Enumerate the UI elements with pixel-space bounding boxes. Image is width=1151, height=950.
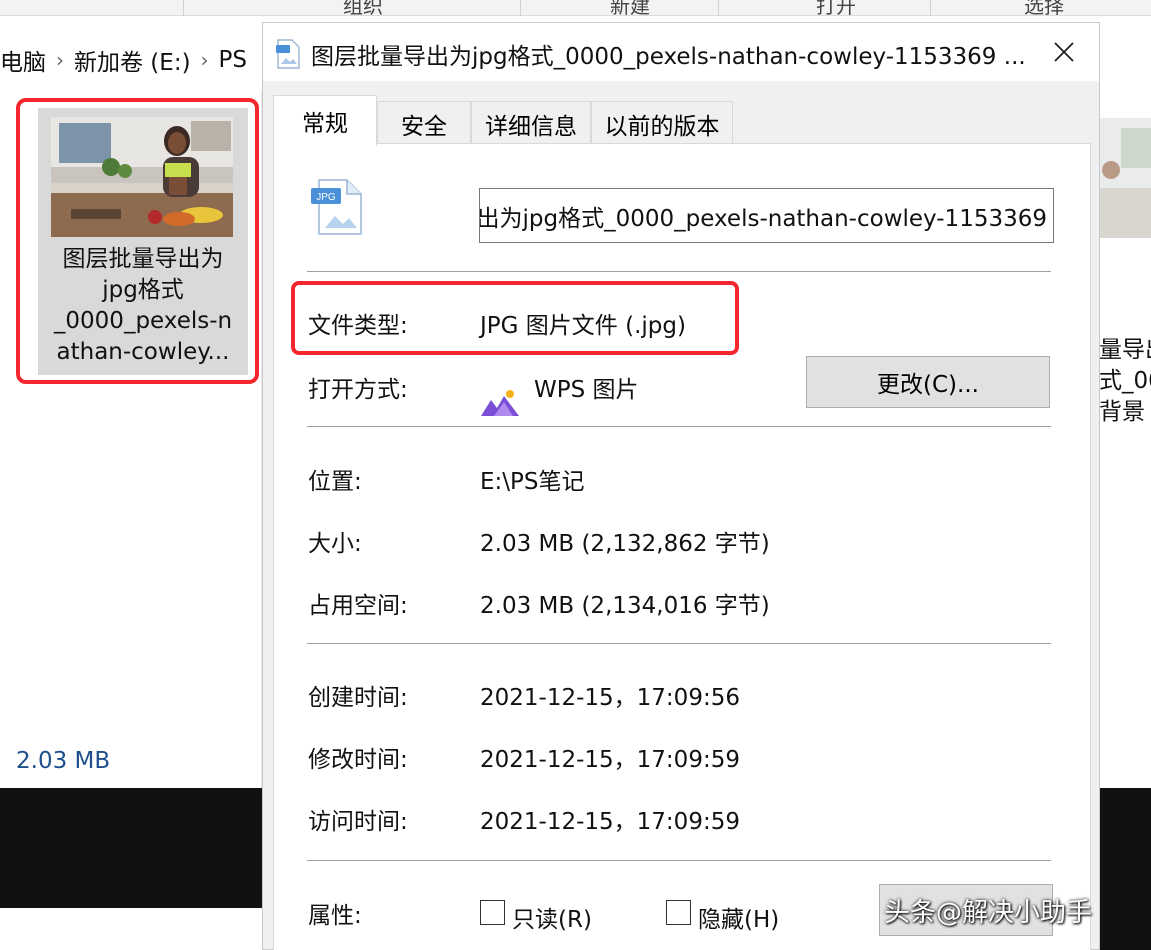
location-label: 位置: bbox=[308, 469, 362, 495]
hidden-label[interactable]: 隐藏(H) bbox=[698, 900, 779, 934]
ribbon-new[interactable]: 新建 bbox=[610, 0, 650, 19]
readonly-label[interactable]: 只读(R) bbox=[512, 900, 592, 934]
chevron-right-icon: › bbox=[56, 48, 64, 72]
ribbon-select[interactable]: 选择 bbox=[1024, 0, 1064, 19]
modified-value: 2021-12-15，17:09:59 bbox=[480, 747, 740, 773]
dialog-titlebar[interactable]: 图层批量导出为jpg格式_0000_pexels-nathan-cowley-1… bbox=[263, 23, 1099, 81]
size-label: 大小: bbox=[308, 531, 362, 557]
change-button[interactable]: 更改(C)... bbox=[806, 356, 1050, 408]
next-file-thumbnail[interactable] bbox=[1099, 118, 1151, 238]
properties-dialog: 图层批量导出为jpg格式_0000_pexels-nathan-cowley-1… bbox=[262, 22, 1100, 950]
jpg-file-icon bbox=[276, 39, 300, 69]
divider bbox=[307, 643, 1051, 644]
highlight-box-file bbox=[16, 98, 259, 384]
dialog-title: 图层批量导出为jpg格式_0000_pexels-nathan-cowley-1… bbox=[311, 44, 1026, 70]
wps-picture-icon bbox=[481, 390, 519, 416]
status-size: 2.03 MB bbox=[16, 748, 111, 774]
breadcrumb-folder[interactable]: PS bbox=[219, 47, 247, 73]
disk-size-value: 2.03 MB (2,134,016 字节) bbox=[480, 593, 770, 619]
ribbon-open[interactable]: 打开 bbox=[816, 0, 856, 19]
accessed-label: 访问时间: bbox=[308, 809, 408, 835]
size-value: 2.03 MB (2,132,862 字节) bbox=[480, 531, 770, 557]
address-bar[interactable]: 电脑 › 新加卷 (E:) › PS bbox=[0, 38, 247, 82]
watermark: 头条@解决小助手 bbox=[884, 898, 1093, 928]
explorer-right-area: 量导出 式_00 背景 bbox=[1099, 90, 1151, 790]
open-with-value: WPS 图片 bbox=[534, 377, 639, 403]
tab-details[interactable]: 详细信息 bbox=[471, 101, 591, 145]
attributes-label: 属性: bbox=[308, 903, 362, 929]
close-button[interactable] bbox=[1039, 31, 1089, 73]
readonly-checkbox[interactable] bbox=[480, 900, 505, 925]
created-label: 创建时间: bbox=[308, 685, 408, 711]
location-value: E:\PS笔记 bbox=[480, 469, 585, 495]
taskbar-area-right bbox=[1099, 788, 1151, 950]
highlight-box-file-type bbox=[291, 281, 739, 355]
breadcrumb-pc[interactable]: 电脑 bbox=[0, 43, 46, 77]
close-icon bbox=[1054, 42, 1074, 62]
next-file-label: 量导出 式_00 背景 bbox=[1099, 337, 1151, 425]
tab-previous-versions[interactable]: 以前的版本 bbox=[591, 101, 733, 145]
hidden-checkbox[interactable] bbox=[666, 900, 691, 925]
jpg-file-icon: JPG bbox=[311, 179, 362, 235]
divider bbox=[307, 426, 1051, 427]
file-name-field[interactable]: 出为jpg格式_0000_pexels-nathan-cowley-115336… bbox=[479, 188, 1054, 243]
chevron-right-icon: › bbox=[200, 48, 209, 72]
general-panel: JPG 出为jpg格式_0000_pexels-nathan-cowley-11… bbox=[273, 143, 1091, 950]
svg-text:JPG: JPG bbox=[316, 192, 336, 203]
disk-size-label: 占用空间: bbox=[308, 593, 408, 619]
tab-general[interactable]: 常规 bbox=[273, 95, 377, 146]
breadcrumb-drive[interactable]: 新加卷 (E:) bbox=[74, 43, 191, 77]
ribbon-organize[interactable]: 组织 bbox=[343, 0, 383, 19]
divider bbox=[307, 271, 1051, 272]
tab-security[interactable]: 安全 bbox=[377, 101, 471, 145]
accessed-value: 2021-12-15，17:09:59 bbox=[480, 809, 740, 835]
open-with-label: 打开方式: bbox=[308, 377, 408, 403]
divider bbox=[307, 860, 1051, 861]
modified-label: 修改时间: bbox=[308, 747, 408, 773]
bottom-strip bbox=[0, 908, 262, 950]
created-value: 2021-12-15，17:09:56 bbox=[480, 685, 740, 711]
explorer-ribbon: 组织 新建 打开 选择 bbox=[0, 0, 1151, 19]
